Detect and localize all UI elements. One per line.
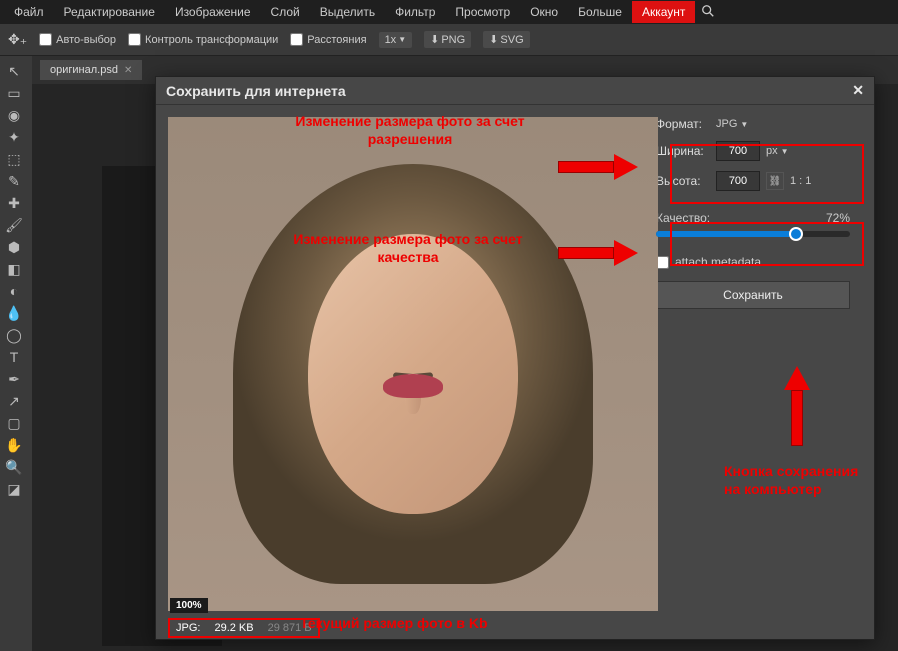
- options-bar: ✥₊ Авто-выбор Контроль трансформации Рас…: [0, 24, 898, 56]
- tool-lasso[interactable]: ◉: [0, 104, 28, 126]
- transform-controls-checkbox[interactable]: Контроль трансформации: [128, 33, 278, 46]
- tool-gradient[interactable]: ◐: [0, 280, 28, 302]
- search-icon[interactable]: [701, 4, 715, 21]
- status-bytes: 29 871 B: [268, 622, 312, 634]
- width-label: Ширина:: [656, 144, 710, 158]
- distances-checkbox[interactable]: Расстояния: [290, 33, 366, 46]
- tool-wand[interactable]: ✦: [0, 126, 28, 148]
- width-input[interactable]: [716, 141, 760, 161]
- move-tool-icon: ✥₊: [8, 31, 27, 48]
- close-icon[interactable]: ✕: [852, 82, 864, 99]
- metadata-checkbox[interactable]: attach metadata: [656, 255, 850, 269]
- tool-shape[interactable]: ▢: [0, 412, 28, 434]
- menu-select[interactable]: Выделить: [310, 1, 385, 23]
- tool-brush[interactable]: 🖌: [0, 214, 28, 236]
- status-filesize: 29.2 KB: [214, 622, 253, 634]
- zoom-dropdown[interactable]: 1x▼: [379, 32, 413, 48]
- tab-filename: оригинал.psd: [50, 64, 118, 76]
- height-label: Высота:: [656, 174, 710, 188]
- menu-file[interactable]: Файл: [4, 1, 54, 23]
- download-icon: ⬇: [489, 33, 498, 46]
- dialog-title-text: Сохранить для интернета: [166, 83, 346, 99]
- quality-value: 72%: [826, 211, 850, 225]
- tool-eraser[interactable]: ◧: [0, 258, 28, 280]
- unit-dropdown[interactable]: px▼: [766, 145, 789, 157]
- preview-pane: 100% JPG: 29.2 KB 29 871 B: [156, 105, 656, 639]
- menubar: Файл Редактирование Изображение Слой Выд…: [0, 0, 898, 24]
- preview-image: [168, 117, 658, 611]
- menu-edit[interactable]: Редактирование: [54, 1, 165, 23]
- menu-layer[interactable]: Слой: [261, 1, 310, 23]
- format-label: Формат:: [656, 117, 710, 131]
- aspect-ratio: 1 : 1: [790, 175, 811, 187]
- save-for-web-dialog: Сохранить для интернета ✕ 100% JP: [155, 76, 875, 640]
- menu-window[interactable]: Окно: [520, 1, 568, 23]
- tool-eyedropper[interactable]: ✎: [0, 170, 28, 192]
- tool-blur[interactable]: 💧: [0, 302, 28, 324]
- tool-move[interactable]: ↖: [0, 60, 28, 82]
- width-row: Ширина: px▼: [656, 141, 850, 161]
- tool-path[interactable]: ↗: [0, 390, 28, 412]
- format-dropdown[interactable]: JPG▼: [716, 118, 748, 130]
- tool-crop[interactable]: ⬚: [0, 148, 28, 170]
- menu-more[interactable]: Больше: [568, 1, 632, 23]
- dialog-titlebar: Сохранить для интернета ✕: [156, 77, 874, 105]
- tool-hand[interactable]: ✋: [0, 434, 28, 456]
- save-button[interactable]: Сохранить: [656, 281, 850, 309]
- zoom-indicator[interactable]: 100%: [170, 598, 208, 613]
- tool-pen[interactable]: ✒: [0, 368, 28, 390]
- tool-marquee[interactable]: ▭: [0, 82, 28, 104]
- menu-view[interactable]: Просмотр: [445, 1, 520, 23]
- format-row: Формат: JPG▼: [656, 117, 850, 131]
- auto-select-checkbox[interactable]: Авто-выбор: [39, 33, 116, 46]
- tool-text[interactable]: T: [0, 346, 28, 368]
- tool-zoom[interactable]: 🔍: [0, 456, 28, 478]
- tool-stamp[interactable]: ⬢: [0, 236, 28, 258]
- document-tab[interactable]: оригинал.psd ✕: [40, 60, 142, 80]
- menu-filter[interactable]: Фильтр: [385, 1, 445, 23]
- height-input[interactable]: [716, 171, 760, 191]
- status-format: JPG:: [176, 622, 200, 634]
- export-svg-button[interactable]: ⬇SVG: [483, 31, 529, 48]
- link-icon[interactable]: ⛓: [766, 172, 784, 190]
- export-png-button[interactable]: ⬇PNG: [424, 31, 471, 48]
- menu-account[interactable]: Аккаунт: [632, 1, 695, 23]
- toolbox: ↖ ▭ ◉ ✦ ⬚ ✎ ✚ 🖌 ⬢ ◧ ◐ 💧 ◯ T ✒ ↗ ▢ ✋ 🔍 ◪: [0, 56, 32, 651]
- status-bar: JPG: 29.2 KB 29 871 B: [168, 617, 320, 639]
- quality-row: Качество: 72%: [656, 211, 850, 237]
- tool-heal[interactable]: ✚: [0, 192, 28, 214]
- settings-pane: Формат: JPG▼ Ширина: px▼ Высота: ⛓ 1 : 1: [656, 105, 864, 639]
- tool-colors[interactable]: ◪: [0, 478, 28, 500]
- menu-image[interactable]: Изображение: [165, 1, 261, 23]
- close-icon[interactable]: ✕: [124, 65, 132, 76]
- height-row: Высота: ⛓ 1 : 1: [656, 171, 850, 191]
- quality-slider[interactable]: [656, 231, 850, 237]
- quality-label: Качество:: [656, 211, 710, 225]
- download-icon: ⬇: [430, 33, 439, 46]
- tool-dodge[interactable]: ◯: [0, 324, 28, 346]
